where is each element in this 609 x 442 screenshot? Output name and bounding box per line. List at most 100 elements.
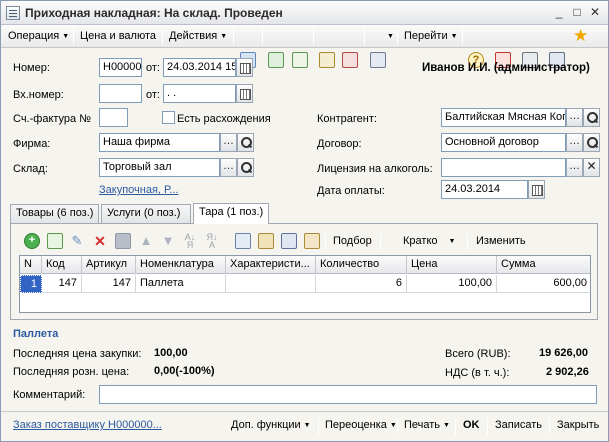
contract-open-icon[interactable] — [583, 133, 600, 152]
document-window: Приходная накладная: На склад. Проведен … — [0, 0, 609, 442]
close-button[interactable]: Закрыть — [557, 419, 599, 431]
firm-open-icon[interactable] — [237, 133, 254, 152]
window-title: Приходная накладная: На склад. Проведен — [25, 6, 283, 20]
save-row-icon[interactable] — [115, 233, 131, 249]
actions-menu[interactable]: Действия ▼ — [169, 28, 227, 45]
number-label: Номер: — [13, 62, 50, 74]
save-button[interactable]: Записать — [495, 419, 542, 431]
select-items-button[interactable]: Подбор — [333, 233, 372, 250]
incoming-number-field[interactable] — [99, 84, 142, 103]
payment-date-field[interactable]: 24.03.2014 — [441, 180, 528, 199]
contractor-field[interactable]: Балтийская Мясная Ког — [441, 108, 566, 127]
column-header[interactable]: Артикул — [82, 256, 136, 274]
change-button[interactable]: Изменить — [476, 233, 526, 250]
discrepancy-checkbox[interactable] — [162, 111, 175, 124]
print-preview-icon[interactable] — [370, 52, 386, 68]
date-field[interactable]: 24.03.2014 15 — [163, 58, 236, 77]
table-cell[interactable]: 100,00 — [407, 275, 497, 293]
print-preview-dropdown-icon[interactable]: ▼ — [387, 28, 394, 45]
tab-packaging[interactable]: Тара (1 поз.) — [193, 203, 269, 224]
table-cell[interactable]: 147 — [82, 275, 136, 293]
warehouse-label: Склад: — [13, 163, 48, 175]
table-cell[interactable]: 1 — [20, 275, 42, 293]
firm-select-button[interactable]: … — [220, 133, 237, 152]
table-cell[interactable] — [226, 275, 316, 293]
structure-icon[interactable] — [342, 52, 358, 68]
move-down-icon[interactable]: ▼ — [160, 233, 176, 249]
tab-services[interactable]: Услуги (0 поз.) — [101, 204, 191, 223]
calendar-icon[interactable] — [236, 58, 253, 77]
total-value: 19 626,00 — [539, 347, 588, 359]
based-on-icon[interactable] — [319, 52, 335, 68]
move-up-icon[interactable]: ▲ — [138, 233, 154, 249]
invoice-field[interactable] — [99, 108, 128, 127]
warehouse-open-icon[interactable] — [237, 158, 254, 177]
extra-functions-menu[interactable]: Доп. функции ▼ — [231, 419, 311, 431]
incoming-calendar-icon[interactable] — [236, 84, 253, 103]
document-icon — [6, 6, 20, 20]
license-clear-icon[interactable]: ✕ — [583, 158, 600, 177]
minimize-button[interactable]: _ — [551, 5, 567, 20]
warehouse-select-button[interactable]: … — [220, 158, 237, 177]
close-window-button[interactable]: ✕ — [587, 5, 603, 20]
license-select-button[interactable]: … — [566, 158, 583, 177]
refresh-icon[interactable] — [268, 52, 284, 68]
warehouse-field[interactable]: Торговый зал — [99, 158, 220, 177]
incoming-date-field[interactable]: . . — [163, 84, 236, 103]
vat-value: 2 902,26 — [546, 366, 589, 378]
favorite-star-icon[interactable]: ★ — [573, 27, 588, 45]
delete-row-icon[interactable]: ✕ — [92, 233, 108, 249]
post-icon[interactable] — [292, 52, 308, 68]
add-row-icon[interactable]: + — [24, 233, 40, 249]
tab-goods[interactable]: Товары (6 поз.) — [10, 204, 99, 223]
comment-field[interactable] — [99, 385, 597, 404]
price-currency-button[interactable]: Цена и валюта — [80, 28, 156, 45]
print-menu[interactable]: Печать ▼ — [404, 419, 450, 431]
table-cell[interactable]: 147 — [42, 275, 82, 293]
sort-asc-icon[interactable]: А↓ Я — [182, 233, 198, 250]
license-label: Лицензия на алкоголь: — [317, 163, 433, 175]
operation-menu[interactable]: Операция ▼ — [8, 28, 69, 45]
paste-icon[interactable] — [258, 233, 274, 249]
number-field[interactable]: Н00000 — [99, 58, 142, 77]
column-header[interactable]: Код — [42, 256, 82, 274]
vat-label: НДС (в т. ч.): — [445, 367, 510, 379]
contract-label: Договор: — [317, 138, 362, 150]
payment-calendar-icon[interactable] — [528, 180, 545, 199]
view-mode-dropdown[interactable]: Кратко ▼ — [403, 233, 455, 250]
footer-bar: Заказ поставщику Н000000... Доп. функции… — [1, 411, 608, 441]
contractor-select-button[interactable]: … — [566, 108, 583, 127]
table-cell[interactable]: 6 — [316, 275, 407, 293]
column-header[interactable]: Количество — [316, 256, 407, 274]
contract-select-button[interactable]: … — [566, 133, 583, 152]
column-header[interactable]: Номенклатура — [136, 256, 226, 274]
contractor-open-icon[interactable] — [583, 108, 600, 127]
copy-icon[interactable] — [235, 233, 251, 249]
last-purchase-label: Последняя цена закупки: — [13, 348, 142, 360]
column-header[interactable]: Цена — [407, 256, 497, 274]
column-header[interactable]: N — [20, 256, 42, 274]
sort-desc-icon[interactable]: Я↓ А — [204, 233, 220, 250]
edit-row-icon[interactable]: ✎ — [69, 233, 85, 249]
supplier-order-link[interactable]: Заказ поставщику Н000000... — [13, 419, 162, 431]
purchase-price-link[interactable]: Закупочная, Р... — [99, 184, 178, 196]
comment-label: Комментарий: — [13, 389, 86, 401]
column-header[interactable]: Сумма — [497, 256, 590, 274]
table-cell[interactable]: 600,00 — [497, 275, 590, 293]
fill-icon[interactable] — [281, 233, 297, 249]
packaging-panel: + ✎ ✕ ▲ ▼ А↓ Я Я↓ А Подбор Кратко ▼ Изменит… — [10, 223, 598, 320]
revaluation-menu[interactable]: Переоценка ▼ — [325, 419, 397, 431]
license-field[interactable] — [441, 158, 566, 177]
firm-field[interactable]: Наша фирма — [99, 133, 220, 152]
firm-label: Фирма: — [13, 138, 51, 150]
contractor-label: Контрагент: — [317, 113, 377, 125]
ok-button[interactable]: OK — [463, 419, 480, 431]
copy-row-icon[interactable] — [47, 233, 63, 249]
column-header[interactable]: Характеристи... — [226, 256, 316, 274]
clipboard-icon[interactable] — [304, 233, 320, 249]
table-cell[interactable]: Паллета — [136, 275, 226, 293]
contract-field[interactable]: Основной договор — [441, 133, 566, 152]
maximize-button[interactable]: □ — [569, 5, 585, 20]
goto-menu[interactable]: Перейти ▼ — [404, 28, 458, 45]
packaging-table[interactable]: N Код Артикул Номенклатура Характеристи.… — [19, 255, 591, 313]
